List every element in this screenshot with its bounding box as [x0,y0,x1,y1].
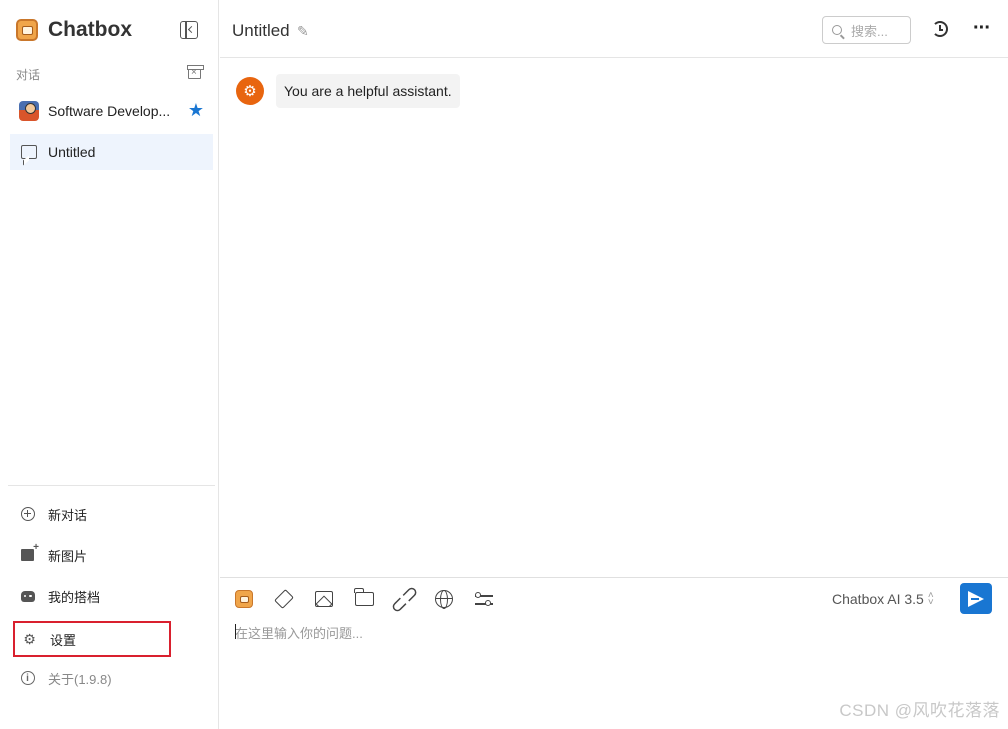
archive-clear-icon[interactable] [187,65,204,79]
search-icon [832,25,842,35]
text-caret [235,624,236,639]
eraser-icon[interactable] [273,588,295,610]
folder-icon[interactable] [353,588,375,610]
edit-pencil-icon[interactable]: ✎ [297,23,309,40]
chatbox-app: Chatbox 对话 Software Develop... ★ Untitle… [0,0,1008,729]
my-copilots-button[interactable]: 我的搭档 [13,578,171,614]
about-button[interactable]: i 关于(1.9.8) [13,660,171,696]
watermark: CSDN @风吹花落落 [839,701,1000,720]
session-item-software-developer[interactable]: Software Develop... ★ [10,93,213,129]
chatbox-logo-icon[interactable] [233,588,255,610]
model-name: Chatbox AI 3.5 [832,591,924,607]
chat-bubble-icon [21,145,37,159]
menu-label: 设置 [50,632,77,648]
link-icon[interactable]: ⊂⊃ [385,580,424,619]
send-button[interactable] [960,583,992,614]
image-add-icon [20,542,39,563]
settings-button[interactable]: ⚙ 设置 [13,621,171,657]
app-name: Chatbox [48,18,132,41]
main-panel: Untitled ✎ 搜索... ··· ⚙ You are a helpful… [220,0,1008,729]
chevron-updown-icon: ˄ ˅ [927,590,934,608]
message-bubble[interactable]: You are a helpful assistant. [276,74,460,108]
menu-label: 我的搭档 [48,589,101,605]
circle-plus-icon [20,507,35,522]
system-message: ⚙ You are a helpful assistant. [236,74,460,108]
search-box[interactable]: 搜索... [822,16,911,44]
sliders-icon[interactable] [473,588,495,610]
session-label: Software Develop... [48,103,171,119]
sidebar: Chatbox 对话 Software Develop... ★ Untitle… [0,0,219,729]
menu-label: 新图片 [48,548,88,564]
section-label-conversations: 对话 [16,68,41,82]
more-options-icon[interactable]: ··· [973,17,991,40]
brand: Chatbox [16,16,132,44]
system-gear-avatar-icon: ⚙ [236,77,264,105]
session-label: Untitled [48,144,96,160]
history-icon[interactable] [932,21,948,37]
new-image-button[interactable]: 新图片 [13,537,171,573]
image-icon[interactable] [313,588,335,610]
model-selector[interactable]: Chatbox AI 3.5 ˄ ˅ [832,590,934,608]
developer-avatar [19,101,39,121]
new-chat-button[interactable]: 新对话 [13,496,171,532]
sidebar-collapse-icon[interactable] [180,21,198,39]
chat-title[interactable]: Untitled [232,21,290,41]
menu-label: 新对话 [48,507,88,523]
globe-icon[interactable] [433,588,455,610]
menu-label: 关于(1.9.8) [48,671,112,687]
sidebar-divider [8,485,215,486]
chatbox-logo-icon [16,19,38,41]
robot-icon [20,589,35,604]
search-placeholder: 搜索... [851,23,888,39]
chat-header: Untitled ✎ 搜索... ··· [220,0,1008,58]
send-icon [968,590,984,607]
star-icon[interactable]: ★ [188,101,204,119]
gear-icon: ⚙ [23,630,36,647]
info-icon: i [20,671,35,686]
session-item-untitled[interactable]: Untitled [10,134,213,170]
